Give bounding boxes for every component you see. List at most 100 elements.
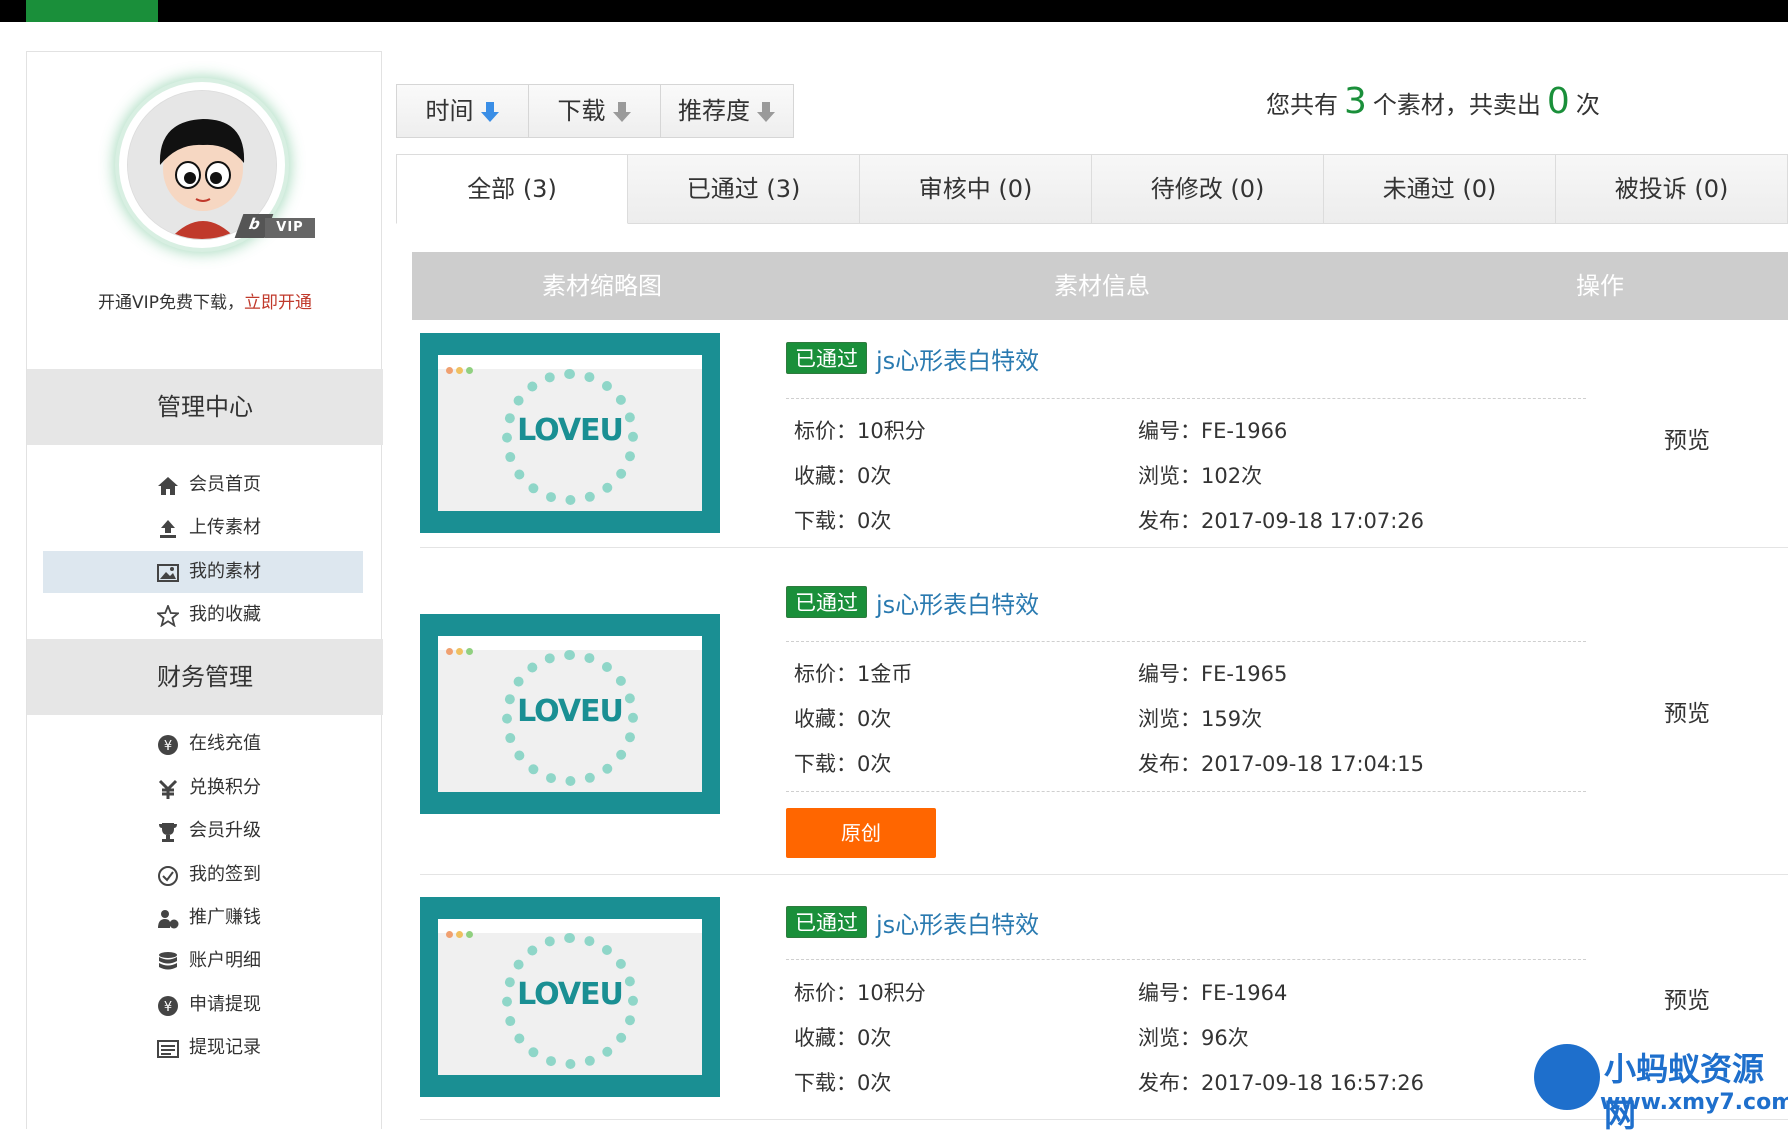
sort-label: 推荐度 (678, 97, 750, 125)
vip-badge: b VIP (234, 214, 315, 238)
meta-published: 发布：2017-09-18 17:07:26 (1138, 509, 1425, 533)
arrow-down-icon (480, 102, 499, 122)
meta-views: 浏览：96次 (1138, 1026, 1249, 1050)
meta-views: 浏览：102次 (1138, 464, 1263, 488)
sidebar-item-label: 我的素材 (189, 561, 261, 582)
star-icon (157, 605, 179, 627)
status-badge: 已通过 (786, 586, 867, 618)
divider (786, 959, 1586, 960)
window-dots (446, 923, 476, 942)
sidebar-item-label: 我的收藏 (189, 604, 261, 625)
trophy-icon (159, 823, 177, 842)
sidebar: b VIP 开通VIP免费下载，立即开通 管理中心 会员首页 上传素材 我的素材… (26, 51, 383, 1129)
material-thumbnail[interactable]: LOVEU (420, 897, 720, 1097)
tab-to-modify[interactable]: 待修改 (0) (1092, 154, 1325, 224)
list-icon (157, 1040, 179, 1058)
watermark-url: www.xmy7.com (1600, 1090, 1788, 1115)
row-separator (420, 547, 1788, 548)
material-thumbnail[interactable]: LOVEU (420, 333, 720, 533)
sidebar-item-withdraw-records[interactable]: 提现记录 (43, 1027, 363, 1069)
material-title-link[interactable]: js心形表白特效 (876, 341, 1039, 376)
sort-by-recommend-button[interactable]: 推荐度 (661, 85, 793, 137)
sidebar-item-label: 在线充值 (189, 733, 261, 754)
meta-downloads: 下载：0次 (794, 1071, 892, 1095)
site-watermark: 小蚂蚁资源网 www.xmy7.com (1534, 1044, 1788, 1134)
meta-code: 编号：FE-1964 (1138, 981, 1288, 1005)
sidebar-item-withdraw[interactable]: ¥ 申请提现 (43, 984, 363, 1026)
sidebar-item-label: 提现记录 (189, 1037, 261, 1058)
meta-downloads: 下载：0次 (794, 509, 892, 533)
sort-label: 时间 (425, 97, 474, 125)
check-circle-icon (158, 866, 178, 886)
sidebar-item-exchange[interactable]: 兑换积分 (43, 767, 363, 809)
column-header-thumbnail: 素材缩略图 (542, 272, 662, 300)
yen-icon: ¥ (158, 996, 178, 1016)
sidebar-item-my-materials[interactable]: 我的素材 (43, 551, 363, 593)
table-header: 素材缩略图 素材信息 操作 (412, 252, 1788, 320)
sidebar-item-label: 会员首页 (189, 474, 261, 495)
sort-group: 时间 下载 推荐度 (396, 84, 794, 138)
sidebar-item-home[interactable]: 会员首页 (43, 464, 363, 506)
vip-promo: 开通VIP免费下载，立即开通 (27, 288, 383, 313)
nav-section-finance: 财务管理 (27, 639, 383, 715)
image-icon (157, 564, 179, 582)
sidebar-item-label: 推广赚钱 (189, 907, 261, 928)
vip-open-link[interactable]: 立即开通 (244, 293, 312, 313)
vip-label: VIP (265, 218, 315, 238)
divider (786, 791, 1586, 792)
materials-summary: 您共有 3 个素材，共卖出 0 次 (1266, 81, 1600, 122)
tab-rejected[interactable]: 未通过 (0) (1324, 154, 1557, 224)
meta-price: 标价：1金币 (794, 662, 913, 686)
tab-complained[interactable]: 被投诉 (0) (1556, 154, 1788, 224)
arrow-down-icon (757, 102, 775, 122)
sidebar-item-account-details[interactable]: 账户明细 (43, 940, 363, 982)
tab-approved[interactable]: 已通过 (3) (628, 154, 861, 224)
sort-label: 下载 (557, 97, 606, 125)
divider (786, 398, 1586, 399)
yen-icon: ¥ (158, 735, 178, 755)
window-dots (446, 640, 476, 659)
sort-by-time-button[interactable]: 时间 (397, 85, 529, 137)
window-dots (446, 359, 476, 378)
sidebar-item-recharge[interactable]: ¥ 在线充值 (43, 723, 363, 765)
summary-suffix: 次 (1575, 91, 1600, 119)
preview-link[interactable]: 预览 (1664, 421, 1710, 455)
sidebar-item-promote[interactable]: 推广赚钱 (43, 897, 363, 939)
sidebar-item-favorites[interactable]: 我的收藏 (43, 594, 363, 636)
user-money-icon (158, 910, 179, 929)
row-separator (420, 874, 1788, 875)
thumbnail-text: LOVEU (517, 413, 624, 448)
tab-all[interactable]: 全部 (3) (396, 154, 629, 224)
status-tabs: 全部 (3) 已通过 (3) 审核中 (0) 待修改 (0) 未通过 (0) 被… (396, 154, 1788, 224)
preview-link[interactable]: 预览 (1664, 694, 1710, 728)
summary-prefix: 您共有 (1266, 91, 1338, 119)
column-header-info: 素材信息 (1054, 272, 1150, 300)
main-content: 时间 下载 推荐度 您共有 3 个素材，共卖出 0 次 全部 (3) 已通过 (3) 审… (382, 51, 1788, 1129)
vip-promo-text: 开通VIP免费下载， (98, 293, 244, 313)
original-button[interactable]: 原创 (786, 808, 936, 858)
sidebar-item-upgrade[interactable]: 会员升级 (43, 810, 363, 852)
summary-middle: 个素材，共卖出 (1372, 91, 1541, 119)
preview-link[interactable]: 预览 (1664, 981, 1710, 1015)
meta-favorites: 收藏：0次 (794, 1026, 892, 1050)
material-thumbnail[interactable]: LOVEU (420, 614, 720, 814)
material-title-link[interactable]: js心形表白特效 (876, 905, 1039, 940)
meta-favorites: 收藏：0次 (794, 707, 892, 731)
ant-logo-icon (1534, 1044, 1600, 1110)
summary-count: 3 (1344, 81, 1367, 122)
sort-by-downloads-button[interactable]: 下载 (529, 85, 661, 137)
tab-reviewing[interactable]: 审核中 (0) (860, 154, 1093, 224)
material-title-link[interactable]: js心形表白特效 (876, 585, 1039, 620)
top-bar-accent (26, 0, 158, 22)
meta-code: 编号：FE-1966 (1138, 419, 1288, 443)
meta-favorites: 收藏：0次 (794, 464, 892, 488)
sidebar-item-checkin[interactable]: 我的签到 (43, 854, 363, 896)
upload-icon (160, 520, 176, 538)
meta-published: 发布：2017-09-18 17:04:15 (1138, 752, 1425, 776)
home-icon (158, 477, 178, 495)
svg-text:¥: ¥ (164, 1000, 172, 1015)
meta-views: 浏览：159次 (1138, 707, 1263, 731)
arrow-down-icon (612, 102, 631, 122)
sidebar-item-upload[interactable]: 上传素材 (43, 507, 363, 549)
sidebar-item-label: 兑换积分 (189, 777, 261, 798)
